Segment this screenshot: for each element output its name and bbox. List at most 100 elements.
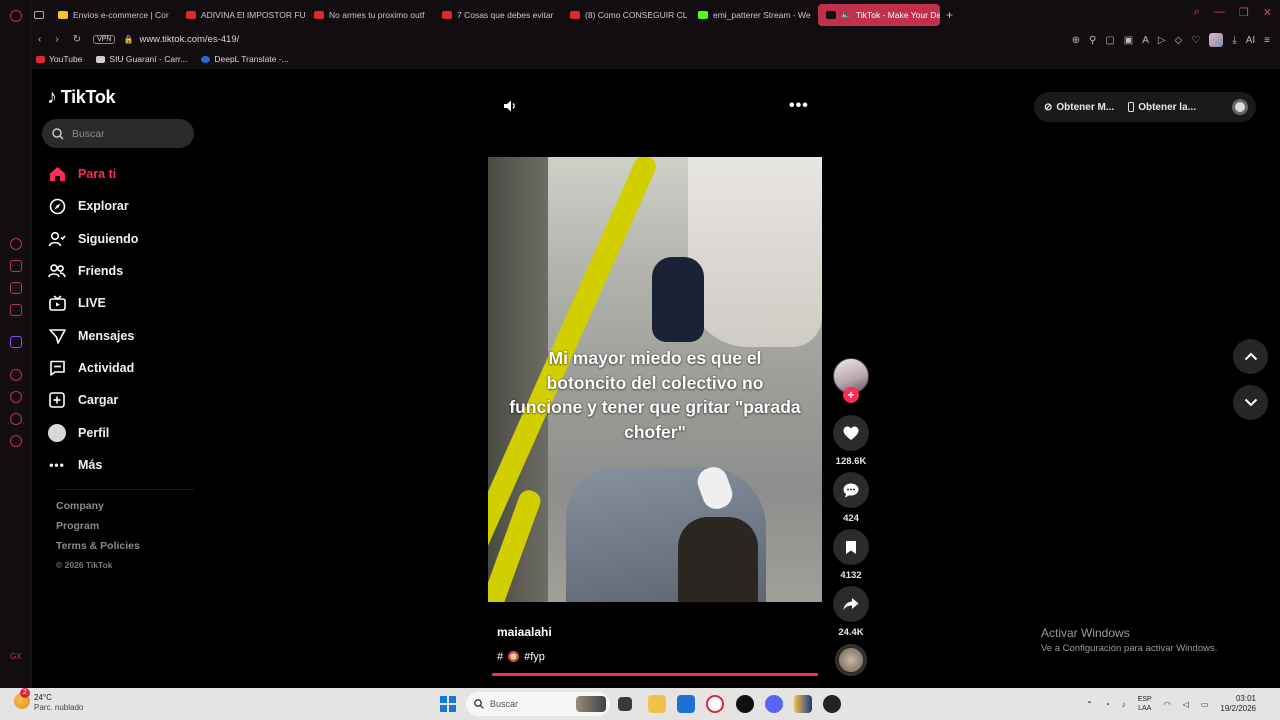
chrome-icon[interactable]	[736, 695, 754, 713]
nav-item-friends[interactable]: Friends	[46, 255, 196, 287]
url-field[interactable]: www.tiktok.com/es-419/	[139, 34, 239, 45]
volume-button[interactable]	[502, 98, 518, 119]
volume-icon[interactable]: ◁	[1183, 700, 1189, 709]
sound-disc[interactable]	[835, 644, 867, 676]
video-author[interactable]: maiaalahi	[497, 625, 552, 639]
reload-icon[interactable]: ↻	[73, 34, 81, 45]
bookmark-youtube[interactable]: YouTube	[36, 54, 82, 64]
footer-terms-link[interactable]: Terms & Policies	[56, 540, 140, 560]
get-coins-button[interactable]: ⊘ Obtener M...	[1044, 102, 1114, 113]
forward-icon[interactable]: ›	[55, 34, 58, 45]
save-button[interactable]	[833, 529, 869, 565]
sidebar-app-icon[interactable]	[10, 369, 22, 381]
browser-tab[interactable]: emi_patterer Stream - We	[690, 4, 818, 26]
zoom-icon[interactable]: ⊕	[1072, 35, 1080, 46]
comment-button[interactable]	[833, 472, 869, 508]
video-player[interactable]: Mi mayor miedo es que el botoncito del c…	[488, 157, 822, 602]
sidebar-app-icon[interactable]	[10, 260, 22, 272]
wallet-icon[interactable]: ▣	[1124, 35, 1133, 46]
ai-button[interactable]: AI	[1246, 35, 1255, 46]
next-video-button[interactable]	[1233, 385, 1268, 420]
history-icon[interactable]	[10, 391, 22, 403]
maximize-icon[interactable]: ❐	[1239, 6, 1249, 19]
nav-item-actividad[interactable]: Actividad	[46, 352, 196, 384]
steam-icon[interactable]	[823, 695, 841, 713]
browser-tab[interactable]: No armes tu proximo outf	[306, 4, 434, 26]
theme-toggle[interactable]	[1232, 99, 1248, 115]
clock[interactable]: 03:01 19/2/2026	[1220, 694, 1256, 714]
browser-tab[interactable]: 7 Cosas que debes evitar	[434, 4, 562, 26]
like-button[interactable]	[833, 415, 869, 451]
nav-item-cargar[interactable]: Cargar	[46, 384, 196, 416]
tab-label: Envios e-commerce | Cor	[73, 9, 169, 20]
bookmark-siu[interactable]: SIU Guaraní - Carr...	[96, 54, 187, 64]
microphone-icon[interactable]: ♪	[1122, 700, 1126, 709]
nav-item-explorar[interactable]: Explorar	[46, 190, 196, 222]
app-icon[interactable]	[794, 695, 812, 713]
search-box[interactable]	[42, 119, 194, 148]
footer-company-link[interactable]: Company	[56, 500, 140, 520]
browser-tab-active[interactable]: 🔈 TikTok - Make Your De	[818, 3, 940, 26]
kick-icon	[698, 10, 708, 19]
weather-widget[interactable]: 2 24°C Parc. nublado	[14, 688, 83, 713]
language-indicator[interactable]: ESP LAA	[1138, 695, 1152, 713]
close-icon[interactable]: ✕	[1263, 6, 1272, 19]
browser-tab[interactable]: Envios e-commerce | Cor	[50, 4, 178, 26]
nav-item-para-ti[interactable]: Para ti	[46, 158, 196, 190]
share-button[interactable]	[833, 586, 869, 622]
opera-logo-icon[interactable]	[10, 10, 22, 22]
battery-icon[interactable]: ▭	[1201, 700, 1209, 709]
heart-icon[interactable]: ♡	[1191, 35, 1200, 46]
tiktok-logo[interactable]: ♪ TikTok	[47, 86, 116, 109]
taskbar-search[interactable]: Buscar	[466, 692, 610, 716]
search-tabs-icon[interactable]: ⌕	[1194, 6, 1200, 19]
hashtag-prefix[interactable]: #	[497, 651, 503, 663]
twitch-icon[interactable]	[10, 336, 22, 348]
nav-item-perfil[interactable]: Perfil	[46, 416, 196, 448]
nav-item-live[interactable]: LIVE	[46, 287, 196, 319]
network-status-icon[interactable]: ◔	[1105, 700, 1110, 709]
previous-video-button[interactable]	[1233, 339, 1268, 374]
sidebar-app-icon[interactable]	[10, 282, 22, 294]
get-app-button[interactable]: Obtener la...	[1128, 102, 1196, 113]
play-icon[interactable]: ▷	[1158, 35, 1166, 46]
start-button[interactable]	[440, 696, 456, 712]
browser-tab[interactable]: ADIVINA El IMPOSTOR FU	[178, 4, 306, 26]
browser-tab[interactable]: (8) Como CONSEGUIR CL	[562, 4, 690, 26]
task-view-icon[interactable]	[618, 697, 632, 711]
vpn-badge[interactable]: VPN	[93, 34, 116, 44]
follow-button[interactable]: +	[843, 387, 859, 403]
file-explorer-icon[interactable]	[648, 695, 666, 713]
search-input[interactable]	[72, 127, 182, 140]
profile-avatar[interactable]	[1209, 33, 1224, 47]
minimize-icon[interactable]: —	[1214, 6, 1225, 19]
menu-icon[interactable]: ≡	[1264, 35, 1270, 46]
video-progress-bar[interactable]	[492, 673, 818, 676]
snapshot-icon[interactable]: ▢	[1105, 35, 1114, 46]
back-icon[interactable]: ‹	[38, 34, 41, 45]
opera-gx-icon[interactable]	[706, 695, 724, 713]
translate-icon[interactable]: A	[1142, 35, 1149, 46]
browser-tab[interactable]	[32, 4, 50, 26]
tray-chevron-icon[interactable]: ⌃	[1086, 700, 1093, 709]
nav-item-mas[interactable]: ••• Más	[46, 449, 196, 481]
cube-icon[interactable]: ◇	[1175, 35, 1183, 46]
download-icon[interactable]: ⤓	[1232, 35, 1236, 46]
settings-icon[interactable]	[10, 435, 22, 447]
pin-icon[interactable]: ⚲	[1089, 35, 1096, 46]
store-icon[interactable]	[677, 695, 695, 713]
more-icon: •••	[49, 457, 65, 472]
sidebar-app-icon[interactable]	[10, 413, 22, 425]
wifi-icon[interactable]: ◠	[1164, 700, 1171, 709]
sidebar-app-icon[interactable]	[10, 304, 22, 316]
nav-item-mensajes[interactable]: Mensajes	[46, 319, 196, 351]
bookmark-deepl[interactable]: DeepL Translate -...	[201, 54, 289, 64]
video-more-button[interactable]: •••	[789, 97, 809, 115]
nav-item-siguiendo[interactable]: Siguiendo	[46, 223, 196, 255]
new-tab-button[interactable]: +	[946, 8, 953, 22]
footer-program-link[interactable]: Program	[56, 520, 140, 540]
sidebar-app-icon[interactable]	[10, 238, 22, 250]
gx-icon[interactable]: GX	[10, 652, 22, 664]
hashtag-fyp[interactable]: #fyp	[524, 651, 545, 663]
discord-icon[interactable]	[765, 695, 783, 713]
